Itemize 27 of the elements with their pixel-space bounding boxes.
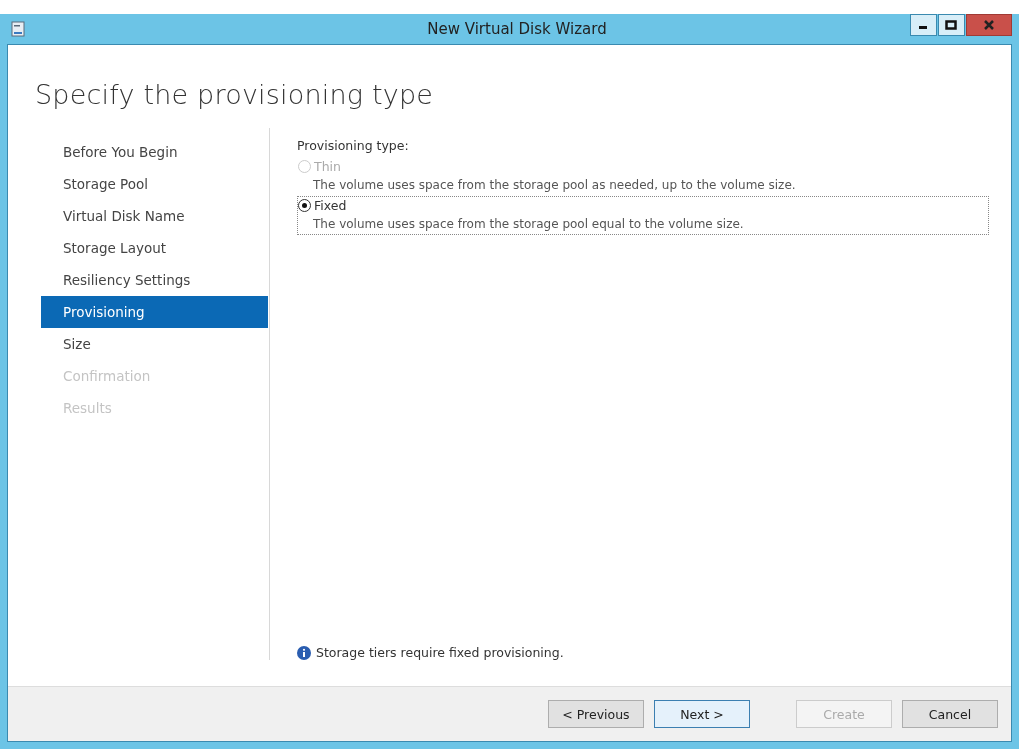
maximize-icon (945, 20, 958, 30)
option-description: The volume uses space from the storage pool equal to the volume size. (312, 217, 745, 231)
close-icon (983, 20, 995, 30)
provisioning-type-label: Provisioning type: (297, 138, 410, 153)
wizard-button[interactable]: < Previous (548, 700, 644, 728)
option-label: Fixed (314, 198, 347, 213)
wizard-step[interactable]: Resiliency Settings (41, 264, 268, 296)
wizard-step[interactable]: Provisioning (41, 296, 268, 328)
page-heading: Specify the provisioning type (35, 79, 435, 110)
app-icon (11, 21, 25, 37)
maximize-button[interactable] (938, 14, 965, 36)
wizard-button[interactable]: Cancel (902, 700, 998, 728)
window-title: New Virtual Disk Wizard (427, 20, 607, 38)
wizard-step[interactable]: Before You Begin (41, 136, 268, 168)
info-message: Storage tiers require fixed provisioning. (316, 645, 564, 660)
wizard-step[interactable]: Size (41, 328, 268, 360)
radio-option[interactable]: Fixed The volume uses space from the storage pool equal to the volume size. (297, 196, 989, 235)
minimize-button[interactable] (910, 14, 937, 36)
radio-button[interactable] (298, 199, 311, 212)
close-button[interactable] (966, 14, 1012, 36)
wizard-step[interactable]: Storage Pool (41, 168, 268, 200)
info-icon (297, 645, 311, 660)
wizard-step[interactable]: Storage Layout (41, 232, 268, 264)
wizard-step[interactable]: Virtual Disk Name (41, 200, 268, 232)
option-description: The volume uses space from the storage pool as needed, up to the volume size. (312, 178, 797, 192)
option-label: Thin (314, 159, 341, 174)
wizard-button[interactable]: Next > (654, 700, 750, 728)
